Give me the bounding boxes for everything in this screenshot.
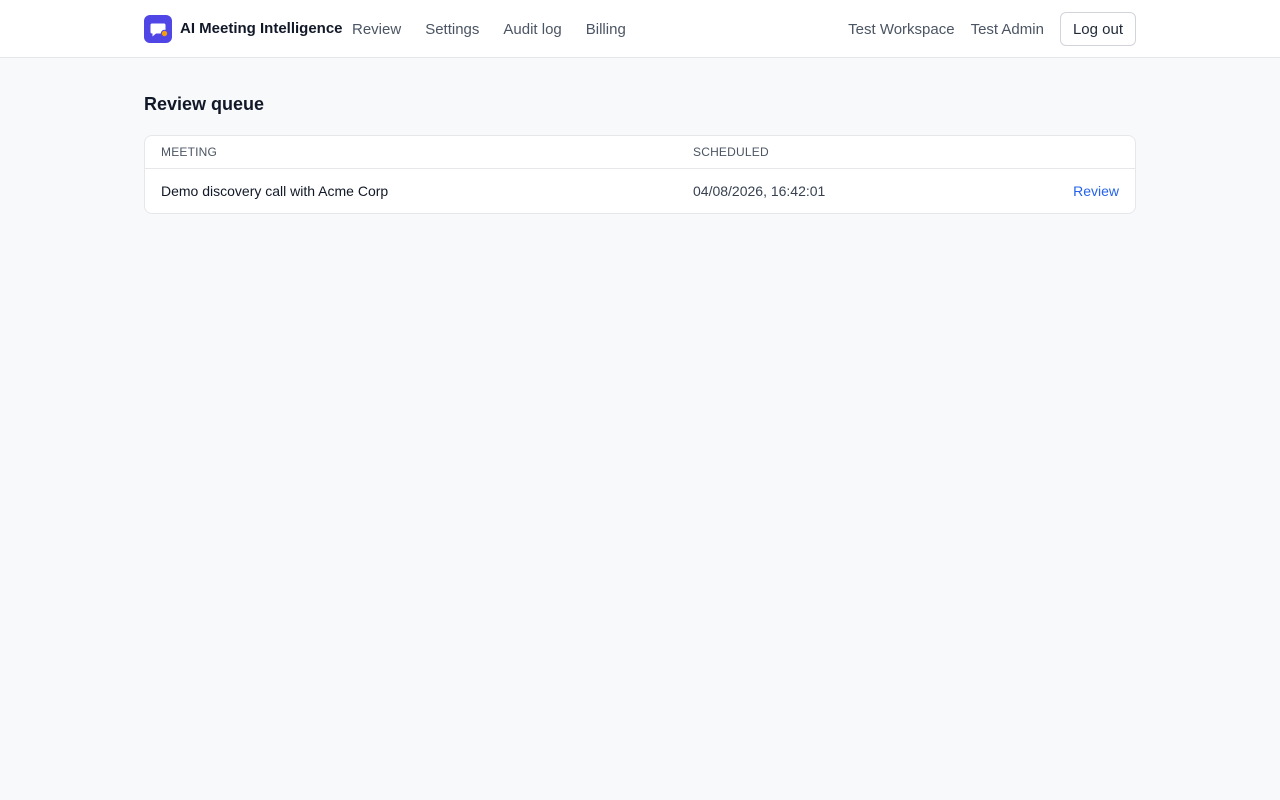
table-row: Demo discovery call with Acme Corp 04/08… (145, 169, 1135, 214)
nav-audit-log[interactable]: Audit log (503, 21, 561, 38)
account-area: Test Workspace Test Admin Log out (848, 12, 1136, 46)
scheduled-cell: 04/08/2026, 16:42:01 (693, 183, 826, 199)
chat-bubble-icon (144, 15, 172, 43)
logout-button[interactable]: Log out (1059, 12, 1136, 46)
page-title: Review queue (144, 94, 265, 114)
column-header-actions (987, 136, 1135, 169)
nav-review[interactable]: Review (352, 21, 401, 38)
review-queue-table: MEETING SCHEDULED Demo discovery call wi… (145, 136, 1135, 213)
column-header-meeting: MEETING (145, 136, 677, 169)
column-header-scheduled: SCHEDULED (677, 136, 988, 169)
workspace-name: Test Workspace (848, 20, 955, 38)
nav-billing[interactable]: Billing (586, 21, 626, 38)
action-cell: Review (988, 169, 1135, 214)
main-nav: Review Settings Audit log Billing (352, 0, 650, 58)
table-header-row: MEETING SCHEDULED (145, 136, 1135, 169)
brand-link[interactable]: AI Meeting Intelligence (144, 15, 343, 43)
user-name: Test Admin (970, 20, 1044, 38)
review-link[interactable]: Review (1073, 183, 1119, 199)
top-navigation-bar: AI Meeting Intelligence Review Settings … (0, 0, 1280, 58)
meeting-name-cell: Demo discovery call with Acme Corp (161, 183, 389, 199)
review-queue-table-card: MEETING SCHEDULED Demo discovery call wi… (144, 135, 1136, 214)
nav-settings[interactable]: Settings (425, 21, 479, 38)
app-name: AI Meeting Intelligence (180, 20, 343, 37)
